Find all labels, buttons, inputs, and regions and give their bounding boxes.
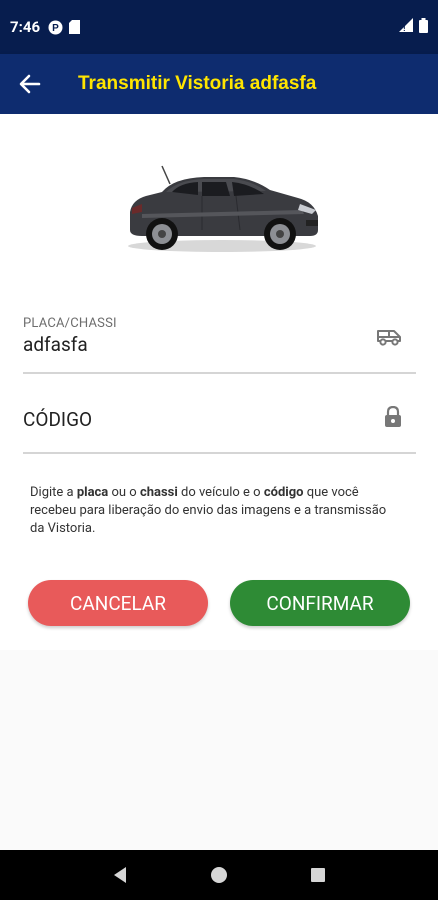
signal-icon: ! <box>399 18 413 36</box>
placa-chassi-label: PLACA/CHASSI <box>23 316 117 331</box>
battery-icon <box>419 17 428 37</box>
back-button[interactable] <box>0 54 60 114</box>
svg-text:P: P <box>52 23 59 34</box>
status-time: 7:46 <box>10 18 41 36</box>
nav-home-button[interactable] <box>199 855 239 895</box>
notification-p-icon: P <box>48 20 63 35</box>
page-title: Transmitir Vistoria adfasfa <box>78 73 317 94</box>
car-image <box>128 165 318 252</box>
confirm-button[interactable]: CONFIRMAR <box>230 580 410 626</box>
codigo-input[interactable]: CÓDIGO <box>23 408 416 431</box>
home-circle-icon <box>210 867 227 883</box>
svg-text:!: ! <box>403 24 406 32</box>
system-nav-bar <box>0 850 438 900</box>
cancel-button[interactable]: CANCELAR <box>28 580 208 626</box>
placa-chassi-field[interactable]: PLACA/CHASSI adfasfa <box>23 316 416 374</box>
codigo-underline <box>23 452 416 454</box>
status-bar: 7:46 P ! <box>0 0 438 54</box>
codigo-field[interactable]: CÓDIGO <box>23 396 416 454</box>
nav-recents-button[interactable] <box>298 855 338 895</box>
nav-back-button[interactable] <box>100 855 140 895</box>
car-image-area <box>0 114 438 300</box>
van-icon <box>376 328 402 350</box>
instructions-text: Digite a placa ou o chassi do veículo e … <box>30 485 387 536</box>
arrow-back-icon <box>19 74 41 94</box>
placa-chassi-input[interactable]: adfasfa <box>23 333 416 356</box>
placa-chassi-underline <box>23 372 416 374</box>
back-triangle-icon <box>113 867 126 883</box>
app-bar: Transmitir Vistoria adfasfa <box>0 54 438 114</box>
lock-icon <box>384 405 402 432</box>
recents-square-icon <box>311 868 326 882</box>
sd-card-icon <box>69 20 81 34</box>
